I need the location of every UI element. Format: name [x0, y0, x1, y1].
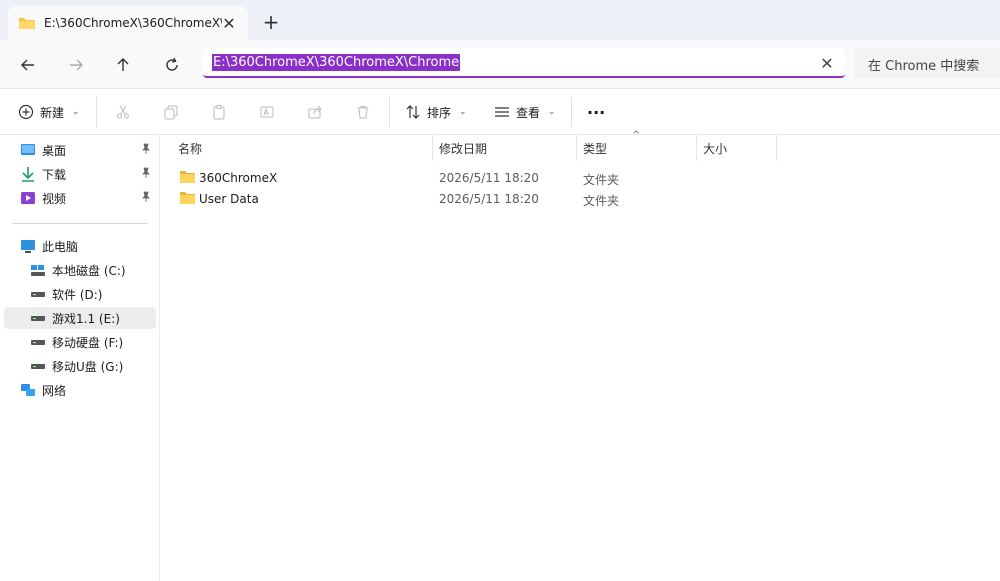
file-name[interactable]: User Data — [199, 192, 259, 206]
sidebar-item-label: 本地磁盘 (C:) — [52, 263, 126, 278]
drive-icon — [30, 310, 46, 326]
file-row[interactable]: 360ChromeX 2026/5/11 18:20 文件夹 — [170, 167, 770, 189]
pin-icon[interactable] — [140, 167, 152, 182]
column-header-type[interactable]: 类型 — [577, 135, 696, 161]
up-arrow-icon[interactable] — [110, 52, 136, 78]
navigation-pane: 桌面 下载 视频 此电脑 本地磁盘 (C:) 软件 (D:) 游戏1.1 (E:… — [0, 135, 160, 581]
sidebar-item-drive-c[interactable]: 本地磁盘 (C:) — [30, 259, 156, 281]
column-header-size[interactable]: 大小 — [697, 135, 776, 161]
sidebar-item-label: 移动U盘 (G:) — [52, 359, 124, 374]
system-drive-icon — [30, 262, 46, 278]
column-header-name[interactable]: 名称 — [172, 135, 432, 161]
chevron-down-icon: ⌄ — [548, 107, 556, 117]
file-modified: 2026/5/11 18:20 — [439, 171, 539, 185]
sidebar-item-drive-f[interactable]: 移动硬盘 (F:) — [30, 331, 156, 353]
network-icon — [20, 382, 36, 398]
new-tab-button[interactable]: + — [258, 9, 284, 35]
file-modified: 2026/5/11 18:20 — [439, 192, 539, 206]
sidebar-item-network[interactable]: 网络 — [20, 379, 156, 401]
drive-icon — [30, 358, 46, 374]
chevron-down-icon: ⌄ — [459, 107, 467, 117]
video-icon — [20, 190, 36, 206]
download-icon — [20, 166, 36, 182]
divider — [96, 97, 97, 127]
sidebar-item-label: 软件 (D:) — [52, 287, 103, 302]
sidebar-item-label: 移动硬盘 (F:) — [52, 335, 124, 350]
refresh-icon[interactable] — [159, 52, 185, 78]
folder-icon — [179, 191, 196, 208]
sidebar-item-drive-g[interactable]: 移动U盘 (G:) — [30, 355, 156, 377]
sidebar-item-downloads[interactable]: 下载 — [20, 163, 156, 185]
view-label: 查看 — [516, 105, 541, 120]
tab-close-icon[interactable]: ✕ — [218, 12, 240, 34]
address-bar[interactable]: E:\360ChromeX\360ChromeX\Chrome ✕ — [203, 48, 845, 78]
delete-icon[interactable] — [350, 99, 376, 125]
divider — [12, 223, 148, 224]
divider — [571, 97, 572, 127]
sort-label: 排序 — [427, 105, 452, 120]
view-list-icon — [495, 107, 509, 117]
sidebar-item-label: 网络 — [42, 383, 67, 398]
drive-icon — [30, 286, 46, 302]
sidebar-item-label: 视频 — [42, 191, 67, 206]
divider — [389, 97, 390, 127]
sidebar-item-drive-e[interactable]: 游戏1.1 (E:) — [4, 307, 156, 329]
clear-address-icon[interactable]: ✕ — [817, 53, 837, 73]
pin-icon[interactable] — [140, 191, 152, 206]
file-name[interactable]: 360ChromeX — [199, 171, 277, 185]
back-arrow-icon[interactable] — [15, 52, 41, 78]
desktop-icon — [20, 142, 36, 158]
view-button[interactable]: 查看 ⌄ — [494, 99, 556, 125]
copy-icon[interactable] — [158, 99, 184, 125]
navigation-bar: E:\360ChromeX\360ChromeX\Chrome ✕ 在 Chro… — [0, 40, 1000, 89]
forward-arrow-icon[interactable] — [63, 52, 89, 78]
sidebar-item-drive-d[interactable]: 软件 (D:) — [30, 283, 156, 305]
tab-current[interactable]: E:\360ChromeX\360ChromeX\ ✕ — [8, 6, 248, 40]
chevron-down-icon: ⌄ — [72, 107, 80, 117]
new-button[interactable]: 新建 ⌄ — [18, 99, 80, 125]
more-options-button[interactable]: ··· — [587, 99, 605, 125]
pin-icon[interactable] — [140, 143, 152, 158]
sidebar-item-label: 桌面 — [42, 143, 67, 158]
sidebar-item-this-pc[interactable]: 此电脑 — [20, 235, 156, 257]
rename-icon[interactable] — [254, 99, 280, 125]
column-divider[interactable] — [776, 135, 777, 161]
file-row[interactable]: User Data 2026/5/11 18:20 文件夹 — [170, 188, 770, 210]
sidebar-item-desktop[interactable]: 桌面 — [20, 139, 156, 161]
folder-icon — [18, 16, 36, 33]
sort-button[interactable]: 排序 ⌄ — [405, 99, 467, 125]
share-icon[interactable] — [302, 99, 328, 125]
sidebar-item-videos[interactable]: 视频 — [20, 187, 156, 209]
cut-icon[interactable] — [110, 99, 136, 125]
drive-icon — [30, 334, 46, 350]
file-type: 文件夹 — [583, 173, 620, 187]
column-header-modified[interactable]: 修改日期 — [433, 135, 576, 161]
address-text[interactable]: E:\360ChromeX\360ChromeX\Chrome — [212, 54, 461, 71]
search-placeholder: 在 Chrome 中搜索 — [868, 59, 980, 74]
sidebar-item-label: 此电脑 — [42, 239, 79, 254]
folder-icon — [179, 170, 196, 187]
sort-icon — [406, 105, 420, 119]
plus-circle-icon — [18, 104, 34, 120]
search-box[interactable]: 在 Chrome 中搜索 — [854, 48, 1000, 78]
tab-strip: E:\360ChromeX\360ChromeX\ ✕ + — [0, 0, 1000, 40]
sidebar-item-label: 游戏1.1 (E:) — [52, 311, 120, 326]
new-label: 新建 — [40, 105, 65, 120]
computer-icon — [20, 238, 36, 254]
sidebar-item-label: 下载 — [42, 167, 67, 182]
tab-title: E:\360ChromeX\360ChromeX\ — [44, 16, 222, 30]
file-type: 文件夹 — [583, 194, 620, 208]
paste-icon[interactable] — [206, 99, 232, 125]
command-bar: 新建 ⌄ 排序 ⌄ 查看 ⌄ ··· — [0, 89, 1000, 135]
